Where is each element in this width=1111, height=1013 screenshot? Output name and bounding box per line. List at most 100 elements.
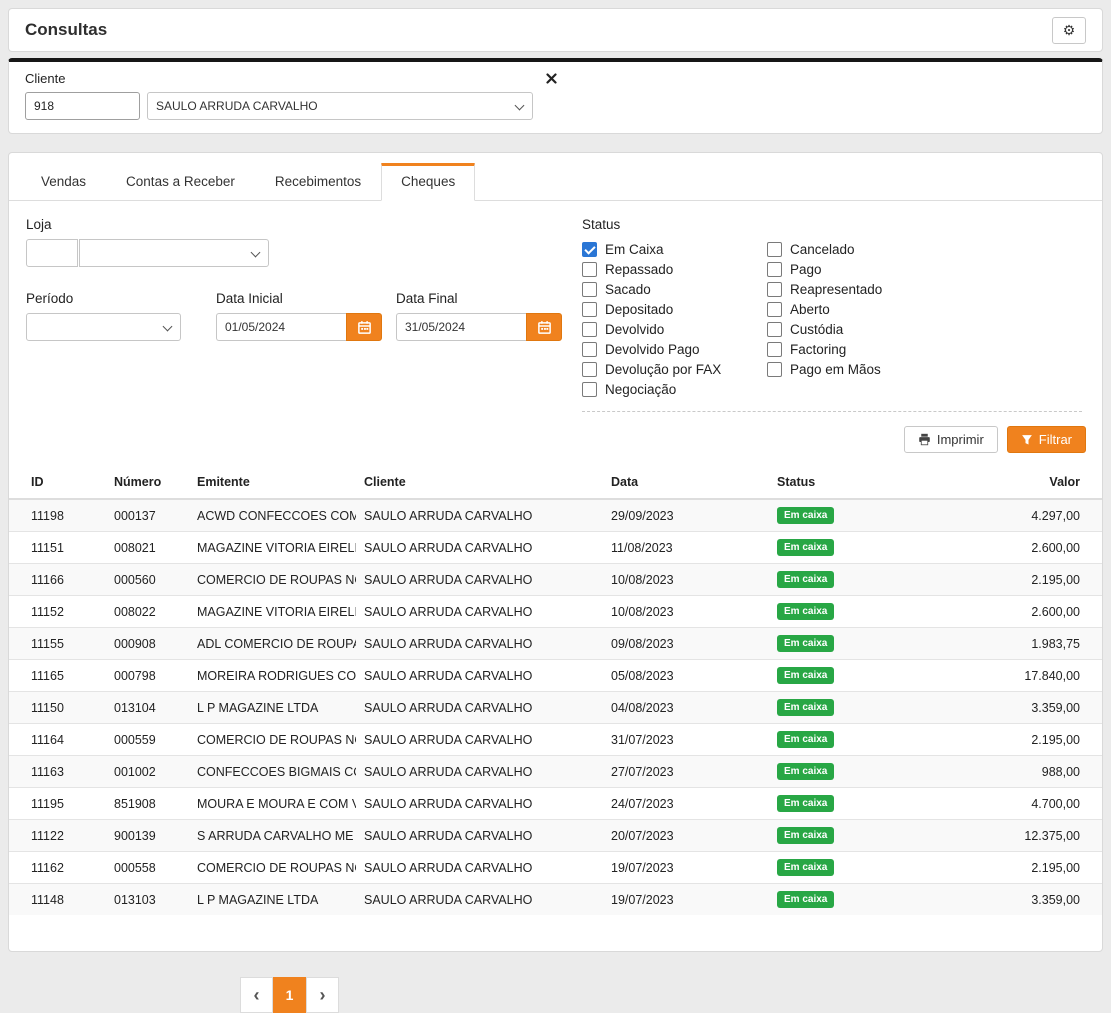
page-title: Consultas [25, 20, 107, 40]
table-row[interactable]: 11148013103L P MAGAZINE LTDASAULO ARRUDA… [9, 884, 1102, 916]
cell-numero: 000560 [106, 564, 189, 596]
table-row[interactable]: 11166000560COMERCIO DE ROUPAS NOV…SAULO … [9, 564, 1102, 596]
checkbox-icon[interactable] [767, 302, 782, 317]
action-buttons: Imprimir Filtrar [9, 412, 1102, 453]
cell-cliente: SAULO ARRUDA CARVALHO [356, 788, 603, 820]
tab-contas-a-receber[interactable]: Contas a Receber [106, 163, 255, 201]
checkbox-icon[interactable] [582, 262, 597, 277]
pagination: ‹ 1 › [240, 977, 1111, 1013]
cell-data: 05/08/2023 [603, 660, 769, 692]
table-row[interactable]: 11164000559COMERCIO DE ROUPAS NOV…SAULO … [9, 724, 1102, 756]
cell-emitente: S ARRUDA CARVALHO ME [189, 820, 356, 852]
status-badge: Em caixa [777, 539, 834, 556]
column-header-id: ID [9, 466, 106, 499]
checkbox-icon[interactable] [582, 302, 597, 317]
periodo-select[interactable] [26, 313, 181, 341]
checkbox-icon[interactable] [582, 322, 597, 337]
status-checkbox-pago[interactable]: Pago [767, 259, 1082, 279]
cell-status: Em caixa [769, 660, 949, 692]
checkbox-icon[interactable] [767, 342, 782, 357]
table-row[interactable]: 11152008022MAGAZINE VITORIA EIRELI MESAU… [9, 596, 1102, 628]
status-checkbox-devolvido[interactable]: Devolvido [582, 319, 767, 339]
column-header-emitente: Emitente [189, 466, 356, 499]
cell-valor: 3.359,00 [949, 692, 1102, 724]
table-row[interactable]: 11195851908MOURA E MOURA E COM VAR…SAULO… [9, 788, 1102, 820]
checkbox-icon[interactable] [582, 362, 597, 377]
checkbox-icon[interactable] [767, 242, 782, 257]
gear-icon: ⚙ [1063, 22, 1076, 39]
status-checkbox-sacado[interactable]: Sacado [582, 279, 767, 299]
cell-numero: 008022 [106, 596, 189, 628]
cell-data: 27/07/2023 [603, 756, 769, 788]
imprimir-button[interactable]: Imprimir [904, 426, 998, 453]
status-checkbox-label: Factoring [790, 342, 846, 357]
data-final-calendar-button[interactable] [526, 313, 562, 341]
clear-client-button[interactable] [546, 73, 557, 84]
cell-valor: 2.195,00 [949, 852, 1102, 884]
checkbox-icon[interactable] [582, 282, 597, 297]
data-inicial-field: Data Inicial [216, 291, 382, 341]
checkbox-icon[interactable] [767, 282, 782, 297]
status-checkbox-reapresentado[interactable]: Reapresentado [767, 279, 1082, 299]
table-row[interactable]: 11163001002CONFECCOES BIGMAIS COM…SAULO … [9, 756, 1102, 788]
checkbox-icon[interactable] [767, 262, 782, 277]
status-checkbox-pago-em-maos[interactable]: Pago em Mãos [767, 359, 1082, 379]
status-checkbox-label: Sacado [605, 282, 651, 297]
status-checkbox-repassado[interactable]: Repassado [582, 259, 767, 279]
cell-data: 09/08/2023 [603, 628, 769, 660]
cell-status: Em caixa [769, 884, 949, 916]
table-row[interactable]: 11151008021MAGAZINE VITORIA EIRELI MESAU… [9, 532, 1102, 564]
filtrar-button[interactable]: Filtrar [1007, 426, 1086, 453]
tab-vendas[interactable]: Vendas [21, 163, 106, 201]
client-select[interactable]: SAULO ARRUDA CARVALHO [147, 92, 533, 120]
client-code-input[interactable] [25, 92, 140, 120]
cell-id: 11150 [9, 692, 106, 724]
tab-recebimentos[interactable]: Recebimentos [255, 163, 381, 201]
cell-status: Em caixa [769, 820, 949, 852]
cell-id: 11198 [9, 499, 106, 532]
tab-cheques[interactable]: Cheques [381, 163, 475, 201]
printer-icon [918, 433, 931, 446]
pagination-prev-button[interactable]: ‹ [240, 977, 273, 1013]
table-row[interactable]: 11162000558COMERCIO DE ROUPAS NOV…SAULO … [9, 852, 1102, 884]
status-checkbox-custodia[interactable]: Custódia [767, 319, 1082, 339]
imprimir-label: Imprimir [937, 432, 984, 447]
status-checkbox-devolucao-por-fax[interactable]: Devolução por FAX [582, 359, 767, 379]
data-final-input[interactable] [396, 313, 526, 341]
status-checkbox-aberto[interactable]: Aberto [767, 299, 1082, 319]
status-checkbox-cancelado[interactable]: Cancelado [767, 239, 1082, 259]
status-checkbox-devolvido-pago[interactable]: Devolvido Pago [582, 339, 767, 359]
pagination-page-button[interactable]: 1 [273, 977, 306, 1013]
checkbox-icon[interactable] [767, 362, 782, 377]
loja-select[interactable] [79, 239, 269, 267]
status-checkbox-em-caixa[interactable]: Em Caixa [582, 239, 767, 259]
checkbox-icon[interactable] [767, 322, 782, 337]
checkbox-icon[interactable] [582, 342, 597, 357]
table-row[interactable]: 11155000908ADL COMERCIO DE ROUPAS …SAULO… [9, 628, 1102, 660]
column-header-numero: Número [106, 466, 189, 499]
table-row[interactable]: 11165000798MOREIRA RODRIGUES COME…SAULO … [9, 660, 1102, 692]
cell-emitente: ACWD CONFECCOES COMER… [189, 499, 356, 532]
cell-cliente: SAULO ARRUDA CARVALHO [356, 660, 603, 692]
settings-button[interactable]: ⚙ [1052, 17, 1086, 44]
status-checkbox-depositado[interactable]: Depositado [582, 299, 767, 319]
checkbox-checked-icon[interactable] [582, 242, 597, 257]
pagination-next-button[interactable]: › [306, 977, 339, 1013]
chevron-left-icon: ‹ [254, 985, 260, 1006]
cell-id: 11166 [9, 564, 106, 596]
cell-status: Em caixa [769, 564, 949, 596]
cell-emitente: L P MAGAZINE LTDA [189, 692, 356, 724]
status-checkbox-negociacao[interactable]: Negociação [582, 379, 767, 399]
data-inicial-input[interactable] [216, 313, 346, 341]
status-checkbox-factoring[interactable]: Factoring [767, 339, 1082, 359]
status-column-2: CanceladoPagoReapresentadoAbertoCustódia… [767, 239, 1082, 399]
table-row[interactable]: 11122900139S ARRUDA CARVALHO MESAULO ARR… [9, 820, 1102, 852]
checkbox-icon[interactable] [582, 382, 597, 397]
table-row[interactable]: 11150013104L P MAGAZINE LTDASAULO ARRUDA… [9, 692, 1102, 724]
cell-valor: 1.983,75 [949, 628, 1102, 660]
loja-code-input[interactable] [26, 239, 78, 267]
status-checkbox-label: Devolvido [605, 322, 664, 337]
cheques-table: IDNúmeroEmitenteClienteDataStatusValor 1… [9, 466, 1102, 915]
table-row[interactable]: 11198000137ACWD CONFECCOES COMER…SAULO A… [9, 499, 1102, 532]
data-inicial-calendar-button[interactable] [346, 313, 382, 341]
